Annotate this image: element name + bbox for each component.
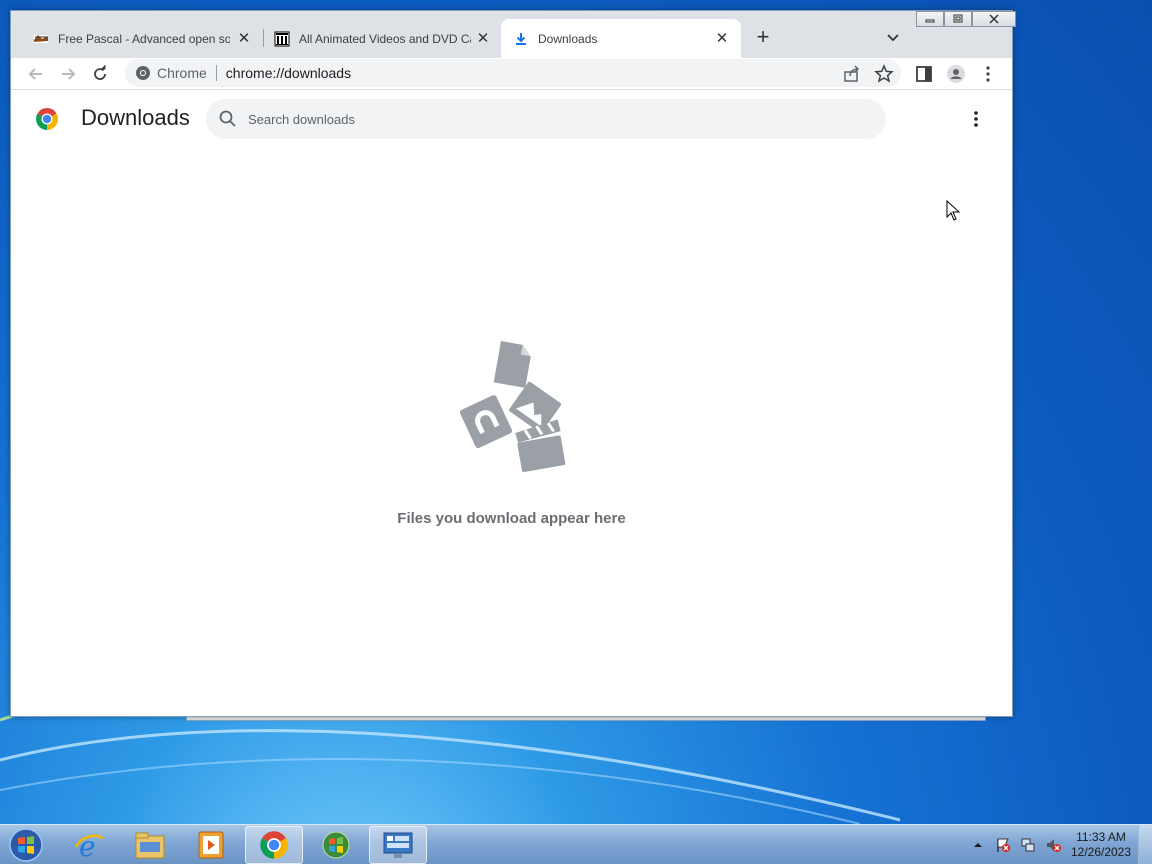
close-icon[interactable]: ✕ bbox=[235, 29, 253, 47]
omnibox-separator bbox=[215, 65, 217, 81]
chevron-down-icon[interactable] bbox=[883, 27, 903, 47]
tab-strip: Free Pascal - Advanced open sou ✕ All An… bbox=[11, 11, 1016, 58]
taskbar-file-explorer[interactable] bbox=[121, 826, 179, 864]
action-center-flag-icon[interactable] bbox=[995, 837, 1011, 853]
taskbar-clock[interactable]: 11:33 AM 12/26/2023 bbox=[1066, 830, 1136, 860]
close-icon[interactable]: ✕ bbox=[713, 29, 731, 47]
media-player-icon bbox=[198, 831, 224, 859]
address-bar[interactable]: Chrome chrome://downloads bbox=[125, 59, 901, 87]
taskbar-media-player[interactable] bbox=[182, 826, 240, 864]
tab-title: All Animated Videos and DVD Ca bbox=[299, 31, 471, 46]
back-arrow-icon[interactable] bbox=[26, 64, 46, 84]
mouse-cursor-icon bbox=[946, 200, 961, 221]
clock-date: 12/26/2023 bbox=[1070, 845, 1132, 859]
minimize-button[interactable] bbox=[916, 11, 944, 27]
windows-update-icon bbox=[322, 831, 350, 859]
chrome-icon bbox=[260, 831, 288, 859]
restore-button[interactable] bbox=[944, 11, 972, 27]
restore-icon bbox=[953, 14, 963, 23]
close-icon bbox=[989, 14, 999, 24]
close-window-button[interactable] bbox=[972, 11, 1016, 27]
tab-free-pascal[interactable]: Free Pascal - Advanced open sou ✕ bbox=[23, 19, 263, 58]
taskbar: e 11:33 AM 12/26/2023 bbox=[0, 824, 1152, 864]
window-controls bbox=[916, 11, 1016, 29]
show-hidden-icons-icon[interactable] bbox=[970, 837, 986, 853]
more-actions-icon[interactable] bbox=[966, 109, 986, 129]
taskbar-windows-update[interactable] bbox=[307, 826, 365, 864]
chrome-logo-icon bbox=[36, 108, 58, 130]
taskbar-internet-explorer[interactable]: e bbox=[60, 826, 118, 864]
tab-animated-videos[interactable]: All Animated Videos and DVD Ca ✕ bbox=[264, 19, 502, 58]
chrome-site-icon bbox=[136, 66, 150, 80]
empty-downloads-illustration bbox=[459, 341, 566, 473]
browser-menu-icon[interactable] bbox=[978, 64, 998, 84]
minimize-icon bbox=[925, 19, 935, 23]
reload-icon[interactable] bbox=[90, 64, 110, 84]
search-icon[interactable] bbox=[218, 109, 238, 129]
search-downloads-box[interactable] bbox=[206, 99, 886, 139]
downloads-page: Downloads Search downloads Files you dow… bbox=[11, 91, 1012, 716]
browser-toolbar: Chrome chrome://downloads bbox=[11, 58, 1012, 90]
network-app-icon bbox=[383, 832, 413, 858]
search-input[interactable] bbox=[248, 111, 848, 127]
bookmark-star-icon[interactable] bbox=[874, 64, 894, 84]
taskbar-chrome[interactable] bbox=[245, 826, 303, 864]
profile-avatar-icon[interactable] bbox=[946, 64, 966, 84]
empty-downloads-message: Files you download appear here bbox=[397, 510, 626, 527]
show-desktop-button[interactable] bbox=[1138, 825, 1152, 864]
archive-icon bbox=[274, 31, 290, 46]
site-label: Chrome bbox=[157, 65, 207, 81]
system-tray bbox=[970, 829, 1070, 861]
file-explorer-icon bbox=[135, 832, 165, 859]
video-clapper-icon bbox=[515, 419, 566, 473]
close-icon[interactable]: ✕ bbox=[474, 29, 492, 47]
network-status-icon[interactable] bbox=[1020, 837, 1036, 853]
share-icon[interactable] bbox=[842, 64, 862, 84]
side-panel-icon[interactable] bbox=[914, 64, 934, 84]
tab-title: Downloads bbox=[538, 31, 598, 46]
audio-file-icon bbox=[459, 395, 513, 449]
taskbar-network-app[interactable] bbox=[369, 826, 427, 864]
url-text[interactable]: chrome://downloads bbox=[226, 65, 351, 81]
volume-muted-icon[interactable] bbox=[1045, 837, 1061, 853]
download-icon bbox=[516, 32, 526, 45]
new-tab-button[interactable]: + bbox=[751, 24, 775, 49]
clock-time: 11:33 AM bbox=[1076, 830, 1126, 844]
internet-explorer-icon: e bbox=[74, 830, 104, 861]
tab-title: Free Pascal - Advanced open sou bbox=[58, 31, 230, 46]
page-title: Downloads bbox=[81, 105, 190, 130]
forward-arrow-icon[interactable] bbox=[58, 64, 78, 84]
free-pascal-icon bbox=[34, 34, 48, 43]
tab-downloads[interactable]: Downloads ✕ bbox=[501, 19, 741, 58]
document-icon bbox=[493, 341, 531, 388]
chrome-window: Free Pascal - Advanced open sou ✕ All An… bbox=[10, 10, 1016, 717]
start-button-icon[interactable] bbox=[6, 827, 46, 863]
